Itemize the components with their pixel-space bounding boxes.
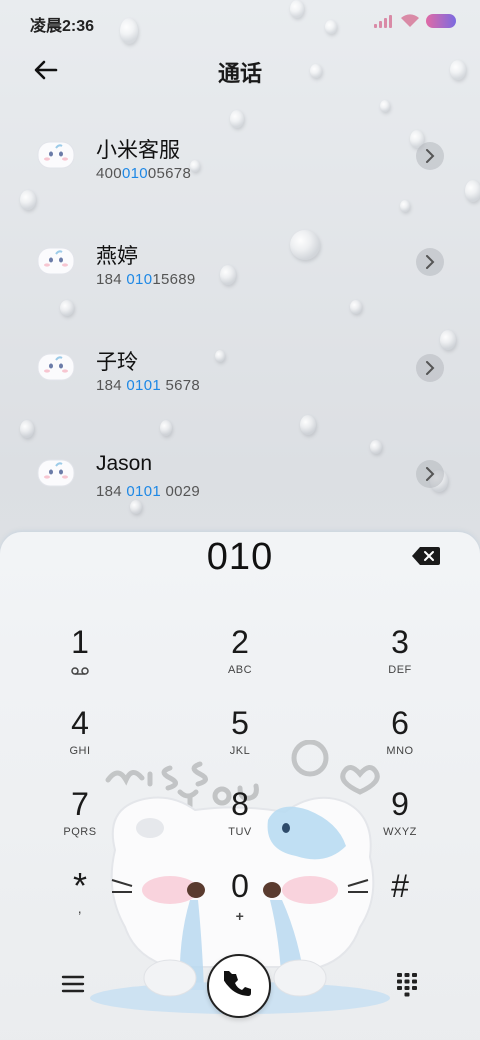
key-2[interactable]: 2 ABC [180,622,300,696]
contact-row[interactable]: 小米客服 40001005678 [0,110,480,216]
battery-icon [426,14,456,28]
chevron-right-icon [426,361,435,375]
key-7[interactable]: 7 PQRS [20,784,140,858]
key-hash[interactable]: # [340,866,460,940]
avatar-icon [37,353,75,381]
key-digit: 3 [391,624,409,660]
status-bar: 凌晨2:36 [0,0,480,44]
key-letters: ABC [227,664,253,676]
page-title: 通话 [217,61,262,86]
key-4[interactable]: 4 GHI [20,703,140,777]
key-letters: DEF [388,664,412,676]
key-letters: , [77,900,83,916]
contact-number: 184 0101 0029 [96,483,201,500]
key-digit: # [391,868,409,904]
contact-detail-button[interactable] [416,460,444,488]
key-letters: WXYZ [383,826,417,838]
contact-number: 40001005678 [96,165,192,182]
backspace-icon[interactable] [412,546,440,566]
avatar-icon [37,459,75,487]
chevron-right-icon [426,255,435,269]
key-digit: 7 [71,786,89,822]
key-digit: 9 [391,786,409,822]
key-digit: 1 [71,624,89,660]
wifi-icon [401,14,419,27]
key-digit: 4 [71,705,89,741]
avatar-icon [37,141,75,169]
contact-name: Jason [96,452,153,475]
key-9[interactable]: 9 WXYZ [340,784,460,858]
voicemail-icon [71,667,89,675]
key-star[interactable]: * , [20,866,140,940]
status-time: 凌晨2:36 [30,18,95,35]
key-1[interactable]: 1 [20,622,140,696]
key-letters: TUV [228,826,252,838]
key-letters: GHI [69,745,91,757]
dialpad-icon[interactable] [396,972,418,998]
key-0[interactable]: 0 + [180,866,300,940]
key-digit: 8 [231,786,249,822]
key-5[interactable]: 5 JKL [180,703,300,777]
key-letters: JKL [229,745,251,757]
contact-detail-button[interactable] [416,354,444,382]
contact-name: 小米客服 [96,139,180,162]
key-digit: 6 [391,705,409,741]
key-8[interactable]: 8 TUV [180,784,300,858]
avatar-icon [37,247,75,275]
contact-row[interactable]: 燕婷 184 01015689 [0,216,480,322]
contact-detail-button[interactable] [416,142,444,170]
signal-icon [374,14,394,28]
contact-name: 子玲 [96,351,138,374]
contact-detail-button[interactable] [416,248,444,276]
key-digit: 2 [231,624,249,660]
contact-name: 燕婷 [96,245,138,268]
key-digit: 5 [231,705,249,741]
key-letters: MNO [386,745,414,757]
contact-row[interactable]: 子玲 184 0101 5678 [0,322,480,428]
contact-number: 184 0101 5678 [96,377,201,394]
call-button[interactable] [207,954,271,1018]
phone-icon [224,971,251,996]
key-letters: + [235,908,245,924]
key-digit: 0 [231,868,249,904]
status-icons [374,14,456,28]
contact-number: 184 01015689 [96,271,196,288]
chevron-right-icon [426,467,435,481]
header: 通话 [0,44,480,96]
key-6[interactable]: 6 MNO [340,703,460,777]
chevron-right-icon [426,149,435,163]
menu-icon[interactable] [60,972,86,996]
contact-row[interactable]: Jason 184 0101 0029 [0,428,480,534]
key-letters: PQRS [63,826,97,838]
dial-input-display[interactable]: 010 [0,536,480,579]
key-3[interactable]: 3 DEF [340,622,460,696]
